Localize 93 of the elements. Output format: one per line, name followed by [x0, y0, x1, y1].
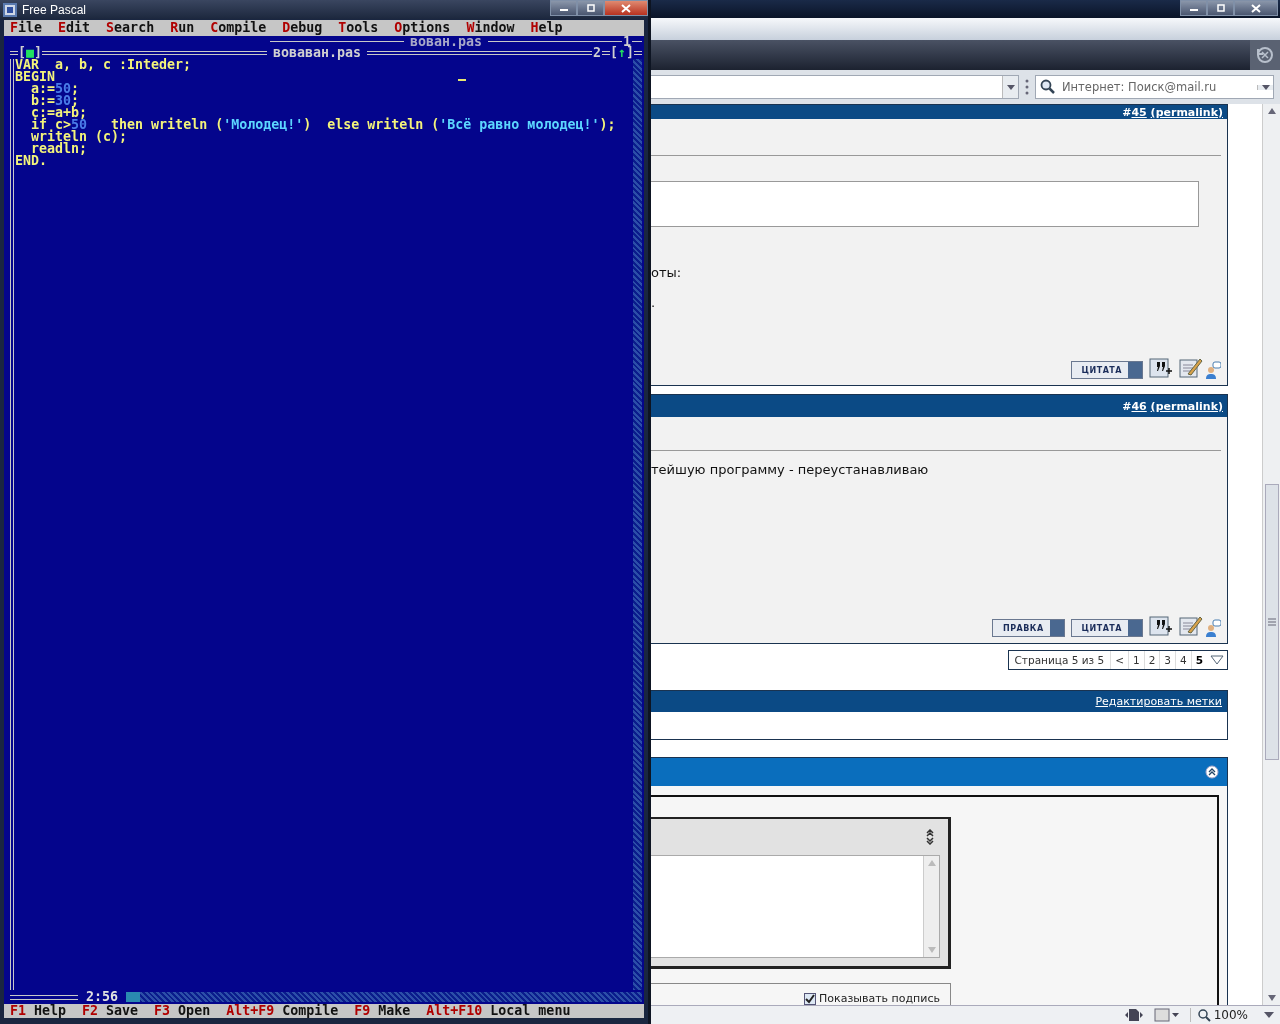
dropdown-icon[interactable]: [1261, 84, 1270, 90]
scroll-up-icon[interactable]: [1267, 108, 1276, 114]
minimize-button[interactable]: [550, 0, 577, 16]
search-icon: [1040, 79, 1056, 95]
zoom-control[interactable]: 100%: [1189, 1008, 1254, 1022]
text-cursor: [458, 79, 466, 81]
edit-tags-link[interactable]: Редактировать метки: [1095, 695, 1222, 708]
image-icon[interactable]: [1153, 1008, 1180, 1022]
window-title: Free Pascal: [22, 2, 87, 17]
zoom-box[interactable]: [↑]: [609, 47, 634, 59]
code-area[interactable]: VAR a, b, c :Inteder; BEGIN a:=50; b:=30; c:=a+b; if c>50 then writeln ('Молодец!') else writeln ('Всё равно молодец!'); writeln (c); readln; END.: [14, 59, 633, 990]
dropdown-icon[interactable]: [1264, 1012, 1274, 1018]
cursor-position: 2:56: [85, 991, 120, 1003]
window-number: 1: [622, 35, 632, 48]
page-count: Страница 5 из 5: [1013, 654, 1106, 666]
menu-item[interactable]: Help: [530, 20, 563, 36]
user-icon[interactable]: [1205, 619, 1221, 637]
menu-item[interactable]: Search: [106, 20, 155, 36]
code-line: BEGIN: [15, 71, 56, 83]
code-line: c:=a+b;: [30, 107, 88, 119]
maximize-icon: [585, 4, 596, 12]
document-icon[interactable]: [1123, 1008, 1144, 1022]
previous-page-link[interactable]: <: [1110, 651, 1128, 669]
page-link[interactable]: 2: [1143, 651, 1160, 669]
post-link[interactable]: 46: [1131, 399, 1147, 413]
maximize-button[interactable]: [577, 0, 604, 16]
signature-checkbox[interactable]: Показывать подпись: [804, 992, 940, 1005]
post-button[interactable]: ЦИТАТА: [1070, 361, 1143, 379]
shortcut-hint[interactable]: F1 Help: [10, 1004, 67, 1018]
scrollbar[interactable]: [1262, 104, 1280, 1005]
app-icon: [3, 2, 17, 17]
code-line: b:=30;: [30, 95, 80, 107]
page-link[interactable]: 4: [1175, 651, 1191, 669]
edit-note-icon[interactable]: [1179, 357, 1203, 379]
menu-item[interactable]: File: [10, 20, 43, 36]
user-icon[interactable]: [1205, 361, 1221, 379]
menu-item[interactable]: Window: [466, 20, 515, 36]
menu-item[interactable]: Tools: [338, 20, 379, 36]
history-icon: [1255, 45, 1275, 65]
quote-icon[interactable]: [1149, 615, 1173, 637]
menu-item[interactable]: Run: [170, 20, 195, 36]
scrollbar[interactable]: [633, 59, 642, 990]
page-link[interactable]: 5: [1190, 651, 1207, 669]
close-box[interactable]: [■]: [18, 47, 43, 59]
post-text: оты:: [651, 265, 683, 281]
post-button[interactable]: ПРАВКА: [992, 619, 1065, 637]
grip-icon[interactable]: [1025, 79, 1029, 95]
scrollbar[interactable]: [126, 992, 642, 1002]
search-field[interactable]: Интернет: Поиск@mail.ru: [1035, 75, 1274, 99]
post-link[interactable]: 45: [1131, 105, 1147, 119]
post-text: тейшую программу - переустанавливаю: [651, 462, 930, 478]
post-number: #45 (permalink): [1122, 105, 1223, 119]
shortcut-hint[interactable]: F9 Make: [354, 1004, 411, 1018]
maximize-button[interactable]: [1207, 0, 1234, 16]
shortcut-hint[interactable]: F3 Open: [154, 1004, 211, 1018]
shortcut-hint[interactable]: Alt+F9 Compile: [226, 1004, 339, 1018]
close-button[interactable]: [604, 0, 648, 16]
history-button[interactable]: [1250, 40, 1280, 70]
code-line: writeln (c);: [30, 131, 128, 143]
menu-item[interactable]: Compile: [210, 20, 267, 36]
edit-note-icon[interactable]: [1179, 615, 1203, 637]
shortcut-hint[interactable]: F2 Save: [82, 1004, 139, 1018]
menu-item[interactable]: Edit: [58, 20, 91, 36]
dropdown-icon[interactable]: [1210, 655, 1224, 665]
collapse-icon[interactable]: [1205, 765, 1219, 779]
window-number: 2: [591, 47, 602, 59]
shortcut-hint[interactable]: Alt+F10 Local menu: [426, 1004, 571, 1018]
menu-item[interactable]: Debug: [282, 20, 323, 36]
post-number: #46 (permalink): [1122, 399, 1223, 413]
check-icon: [805, 993, 816, 1004]
grip-icon[interactable]: [1267, 618, 1276, 626]
post-text: .: [651, 295, 657, 311]
page-link[interactable]: 3: [1159, 651, 1175, 669]
close-icon: [1251, 3, 1261, 13]
menu-item[interactable]: Options: [394, 20, 451, 36]
permalink-link[interactable]: (permalink): [1150, 399, 1223, 413]
scroll-down-icon[interactable]: [1267, 995, 1276, 1001]
page-link[interactable]: 1: [1127, 651, 1144, 669]
maximize-icon: [1215, 4, 1226, 12]
close-icon: [621, 3, 631, 13]
address-field[interactable]: [651, 75, 1019, 99]
resize-icon[interactable]: [926, 829, 934, 845]
close-button[interactable]: [1234, 0, 1278, 16]
code-line: VAR a, b, c :Inteder;: [15, 59, 192, 71]
code-line: END.: [15, 155, 48, 167]
minimize-button[interactable]: [1180, 0, 1207, 16]
dropdown-icon[interactable]: [1006, 84, 1015, 90]
code-line: a:=50;: [30, 83, 80, 95]
magnifier-icon: [1196, 1008, 1211, 1022]
code-line: readln;: [31, 143, 88, 155]
quote-icon[interactable]: [1149, 357, 1173, 379]
permalink-link[interactable]: (permalink): [1150, 105, 1223, 119]
post-button[interactable]: ЦИТАТА: [1070, 619, 1143, 637]
